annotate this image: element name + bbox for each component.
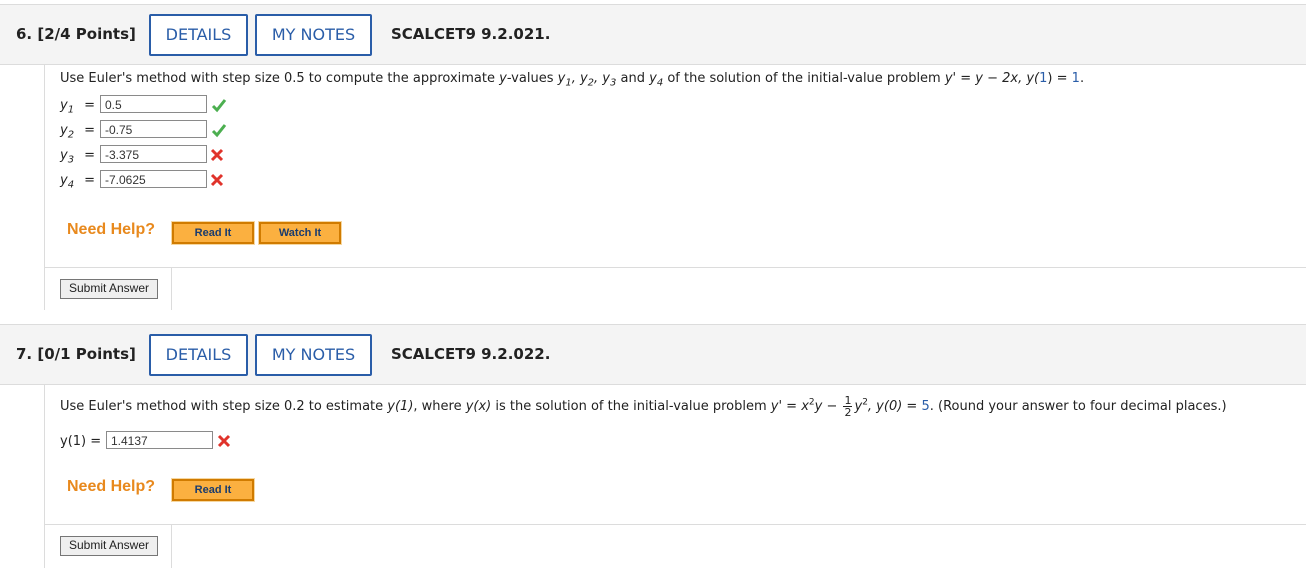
need-help-label: Need Help? — [67, 221, 156, 238]
answer-input[interactable]: 1.4137 — [106, 431, 213, 449]
details-button[interactable]: DETAILS — [149, 334, 248, 376]
fraction: 12 — [843, 394, 853, 419]
answer-label: y(1) = — [60, 434, 102, 449]
divider — [171, 267, 1306, 268]
answer-input-y1[interactable]: 0.5 — [100, 95, 207, 113]
need-help-label: Need Help? — [67, 478, 156, 495]
details-button[interactable]: DETAILS — [149, 14, 248, 56]
x-icon — [210, 173, 224, 187]
question-6-title: 6. [2/4 Points] — [16, 25, 136, 43]
answer-label: y2 = — [60, 123, 95, 141]
question-7-prompt: Use Euler's method with step size 0.2 to… — [60, 394, 1227, 419]
x-icon — [217, 434, 231, 448]
question-6: 6. [2/4 Points] DETAILS MY NOTES SCALCET… — [0, 4, 1306, 310]
question-code: SCALCET9 9.2.021. — [391, 25, 551, 43]
x-icon — [210, 148, 224, 162]
question-6-header: 6. [2/4 Points] DETAILS MY NOTES SCALCET… — [0, 4, 1306, 65]
submit-answer-button[interactable]: Submit Answer — [60, 279, 158, 299]
check-icon — [211, 124, 227, 138]
divider — [171, 524, 1306, 525]
answer-input-y3[interactable]: -3.375 — [100, 145, 207, 163]
submit-answer-button[interactable]: Submit Answer — [60, 536, 158, 556]
watch-it-button[interactable]: Watch It — [258, 221, 342, 245]
question-6-prompt: Use Euler's method with step size 0.5 to… — [60, 71, 1085, 89]
answer-label: y3 = — [60, 148, 95, 166]
answer-label: y4 = — [60, 173, 95, 191]
question-code: SCALCET9 9.2.022. — [391, 345, 551, 363]
my-notes-button[interactable]: MY NOTES — [255, 14, 372, 56]
question-7-title: 7. [0/1 Points] — [16, 345, 136, 363]
read-it-button[interactable]: Read It — [171, 221, 255, 245]
read-it-button[interactable]: Read It — [171, 478, 255, 502]
question-7: 7. [0/1 Points] DETAILS MY NOTES SCALCET… — [0, 324, 1306, 568]
answer-input-y4[interactable]: -7.0625 — [100, 170, 207, 188]
question-7-header: 7. [0/1 Points] DETAILS MY NOTES SCALCET… — [0, 324, 1306, 385]
answer-label: y1 = — [60, 98, 95, 116]
my-notes-button[interactable]: MY NOTES — [255, 334, 372, 376]
check-icon — [211, 99, 227, 113]
answer-input-y2[interactable]: -0.75 — [100, 120, 207, 138]
